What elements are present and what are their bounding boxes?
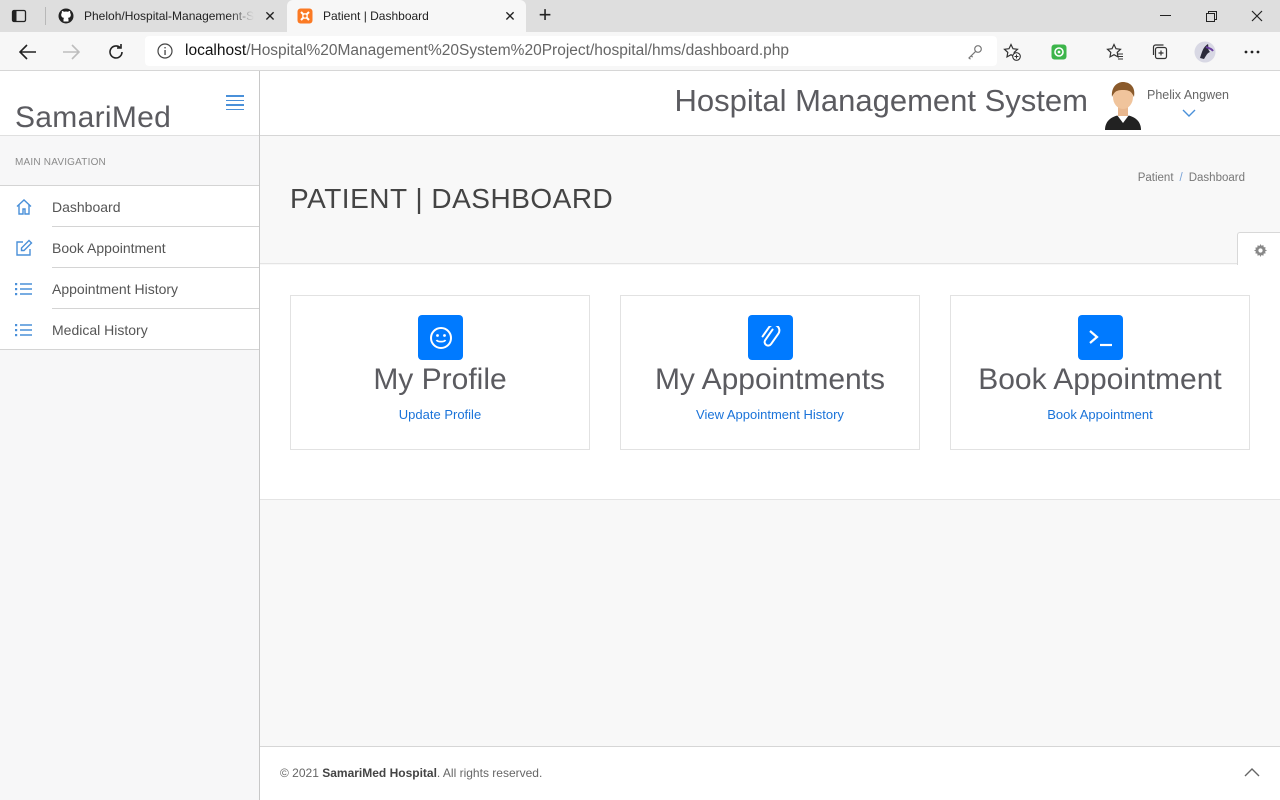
- footer: © 2021 SamariMed Hospital. All rights re…: [260, 746, 1280, 800]
- card-book-appointment: Book Appointment Book Appointment: [950, 295, 1250, 450]
- key-icon[interactable]: [963, 40, 987, 64]
- sidebar-item-book-appointment[interactable]: Book Appointment: [0, 227, 259, 268]
- more-icon[interactable]: [1240, 40, 1264, 64]
- breadcrumb-patient[interactable]: Patient: [1138, 172, 1174, 184]
- tab-github[interactable]: Pheloh/Hospital-Management-System ✕: [50, 0, 286, 32]
- sidebar-item-label: Dashboard: [52, 199, 121, 215]
- address-bar-row: localhost/Hospital%20Management%20System…: [0, 32, 1280, 71]
- user-avatar[interactable]: [1102, 80, 1144, 130]
- close-tab-icon[interactable]: ✕: [502, 8, 518, 24]
- collections-icon[interactable]: [1148, 40, 1172, 64]
- card-my-appointments: My Appointments View Appointment History: [620, 295, 920, 450]
- menu-toggle-icon[interactable]: [226, 95, 244, 110]
- breadcrumb-dashboard: Dashboard: [1188, 172, 1245, 184]
- extension-icon[interactable]: [1047, 40, 1071, 64]
- copyright-text: © 2021 SamariMed Hospital. All rights re…: [280, 766, 542, 780]
- forward-icon[interactable]: [59, 40, 83, 64]
- brand-header: SamariMed: [0, 71, 259, 136]
- tab-title: Patient | Dashboard: [323, 9, 429, 23]
- list-icon: [15, 321, 33, 339]
- user-name[interactable]: Phelix Angwen: [1147, 88, 1229, 102]
- app-header: Hospital Management System Phelix Angwen: [260, 71, 1280, 136]
- page-header: PATIENT | DASHBOARD Patient / Dashboard: [260, 136, 1280, 264]
- url-field[interactable]: localhost/Hospital%20Management%20System…: [145, 36, 997, 66]
- sidebar-item-label: Book Appointment: [52, 240, 166, 256]
- gear-icon: [1253, 243, 1267, 262]
- copyright-year: © 2021: [280, 766, 319, 780]
- edit-icon: [15, 239, 33, 257]
- github-icon: [58, 8, 74, 24]
- url-host: localhost: [185, 42, 247, 59]
- tab-patient-dashboard[interactable]: Patient | Dashboard ✕: [287, 0, 526, 32]
- sidebar-item-appointment-history[interactable]: Appointment History: [0, 268, 259, 309]
- profile-avatar-icon[interactable]: [1193, 40, 1217, 64]
- main-content: PATIENT | DASHBOARD Patient / Dashboard My…: [260, 136, 1280, 746]
- minimize-icon[interactable]: [1142, 0, 1188, 32]
- dashboard-cards: My Profile Update Profile My Appointment…: [260, 265, 1280, 500]
- restore-icon[interactable]: [1188, 0, 1234, 32]
- card-my-profile: My Profile Update Profile: [290, 295, 590, 450]
- copyright-org: SamariMed Hospital: [322, 766, 437, 780]
- list-icon: [15, 280, 33, 298]
- view-appointment-history-link[interactable]: View Appointment History: [621, 407, 919, 422]
- browser-tab-bar: Pheloh/Hospital-Management-System ✕ Pati…: [0, 0, 1280, 32]
- home-icon: [15, 198, 33, 216]
- url-path: /Hospital%20Management%20System%20Projec…: [246, 42, 789, 59]
- back-icon[interactable]: [16, 40, 40, 64]
- add-favorite-icon[interactable]: [1000, 40, 1024, 64]
- refresh-icon[interactable]: [104, 40, 128, 64]
- favorites-icon[interactable]: [1103, 40, 1127, 64]
- breadcrumb-separator: /: [1179, 172, 1183, 184]
- tab-actions-icon[interactable]: [8, 6, 30, 26]
- update-profile-link[interactable]: Update Profile: [291, 407, 589, 422]
- sidebar-item-label: Appointment History: [52, 281, 179, 297]
- nav-section-label: MAIN NAVIGATION: [0, 136, 259, 186]
- tab-separator: [45, 7, 46, 25]
- book-appointment-link[interactable]: Book Appointment: [951, 407, 1249, 422]
- card-title: Book Appointment: [978, 363, 1222, 396]
- breadcrumb: Patient / Dashboard: [1138, 172, 1245, 184]
- terminal-icon: [1078, 315, 1123, 360]
- paperclip-icon: [748, 315, 793, 360]
- close-tab-icon[interactable]: ✕: [262, 8, 278, 24]
- copyright-rights: . All rights reserved.: [436, 766, 543, 780]
- chevron-up-icon[interactable]: [1244, 764, 1260, 777]
- brand-logo[interactable]: SamariMed: [15, 101, 171, 135]
- xampp-icon: [297, 8, 313, 24]
- card-title: My Appointments: [654, 363, 886, 396]
- system-title: Hospital Management System: [674, 83, 1088, 118]
- tab-title: Pheloh/Hospital-Management-System: [84, 9, 254, 23]
- new-tab-icon[interactable]: +: [534, 4, 556, 27]
- sidebar-item-medical-history[interactable]: Medical History: [0, 309, 259, 350]
- info-icon[interactable]: [145, 43, 185, 59]
- chevron-down-icon[interactable]: [1182, 105, 1196, 117]
- close-window-icon[interactable]: [1234, 0, 1280, 32]
- card-title: My Profile: [373, 363, 507, 396]
- smile-icon: [418, 315, 463, 360]
- page-title: PATIENT | DASHBOARD: [290, 183, 614, 214]
- sidebar-item-label: Medical History: [52, 322, 148, 338]
- sidebar: SamariMed MAIN NAVIGATION Dashboard Book…: [0, 71, 260, 800]
- sidebar-item-dashboard[interactable]: Dashboard: [0, 186, 259, 227]
